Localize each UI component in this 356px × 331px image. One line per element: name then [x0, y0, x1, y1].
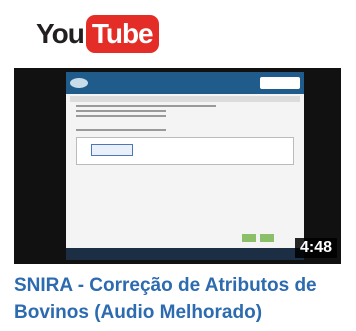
thumbnail-screen-capture [66, 72, 304, 260]
video-duration-badge: 4:48 [294, 238, 337, 258]
thumbnail-app-header [66, 72, 304, 94]
thumbnail-taskbar [66, 248, 304, 260]
youtube-logo[interactable]: You Tube [36, 14, 159, 54]
logo-you-text: You [36, 18, 85, 49]
logo-tube-text: Tube [85, 15, 159, 53]
video-title-link[interactable]: SNIRA - Correção de Atributos de Bovinos… [14, 272, 350, 326]
thumbnail-table [76, 137, 294, 165]
video-thumbnail[interactable]: 4:48 [14, 68, 341, 264]
